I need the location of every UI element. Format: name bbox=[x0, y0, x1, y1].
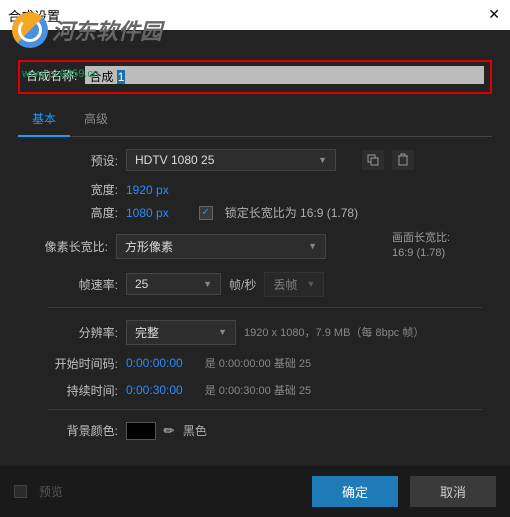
width-input[interactable]: 1920 px bbox=[126, 183, 169, 197]
ok-button[interactable]: 确定 bbox=[312, 476, 398, 507]
resolution-info: 1920 x 1080，7.9 MB（每 8bpc 帧） bbox=[244, 324, 424, 340]
preview-label: 预览 bbox=[39, 483, 63, 500]
chevron-down-icon: ▼ bbox=[306, 279, 315, 289]
chevron-down-icon: ▼ bbox=[308, 241, 317, 251]
par-label: 像素长宽比: bbox=[18, 238, 108, 255]
preset-label: 预设: bbox=[48, 152, 118, 169]
chevron-down-icon: ▼ bbox=[218, 327, 227, 337]
preset-select[interactable]: HDTV 1080 25▼ bbox=[126, 149, 336, 171]
eyedropper-icon[interactable]: ✎ bbox=[160, 421, 179, 440]
comp-name-label: www.pc0359.cn 合成名称: bbox=[26, 67, 77, 84]
resolution-label: 分辨率: bbox=[48, 324, 118, 341]
lock-aspect-label: 锁定长宽比为 16:9 (1.78) bbox=[225, 204, 358, 221]
height-label: 高度: bbox=[48, 204, 118, 221]
start-label: 开始时间码: bbox=[34, 355, 118, 372]
preview-checkbox[interactable] bbox=[14, 485, 27, 498]
logo-icon bbox=[12, 12, 48, 48]
delete-preset-button[interactable] bbox=[392, 150, 414, 170]
duration-label: 持续时间: bbox=[48, 382, 118, 399]
tab-basic[interactable]: 基本 bbox=[18, 104, 70, 137]
watermark-text: 河东软件园 bbox=[52, 14, 162, 46]
bgcolor-name: 黑色 bbox=[183, 422, 207, 439]
bgcolor-label: 背景颜色: bbox=[48, 422, 118, 439]
lock-aspect-checkbox[interactable]: ✓ bbox=[199, 206, 213, 220]
chevron-down-icon: ▼ bbox=[203, 279, 212, 289]
fps-label: 帧速率: bbox=[48, 276, 118, 293]
duration-info: 是 0:00:30:00 基础 25 bbox=[205, 382, 311, 398]
comp-name-input[interactable]: 合成 1 bbox=[85, 66, 484, 84]
height-input[interactable]: 1080 px bbox=[126, 206, 169, 220]
chevron-down-icon: ▼ bbox=[318, 155, 327, 165]
fps-select[interactable]: 25▼ bbox=[126, 273, 221, 295]
highlight-box: www.pc0359.cn 合成名称: 合成 1 bbox=[18, 60, 492, 94]
start-info: 是 0:00:00:00 基础 25 bbox=[205, 355, 311, 371]
composition-settings-dialog: 合成设置 ✕ 河东软件园 www.pc0359.cn 合成名称: 合成 1 基本… bbox=[0, 0, 510, 517]
footer: 预览 确定 取消 bbox=[0, 466, 510, 517]
fps-unit: 帧/秒 bbox=[229, 276, 256, 293]
tab-advanced[interactable]: 高级 bbox=[70, 104, 122, 136]
width-label: 宽度: bbox=[48, 181, 118, 198]
start-timecode-input[interactable]: 0:00:00:00 bbox=[126, 356, 183, 370]
watermark: 河东软件园 bbox=[12, 12, 162, 48]
frame-aspect-info: 画面长宽比: 16:9 (1.78) bbox=[392, 231, 482, 262]
close-icon[interactable]: ✕ bbox=[488, 6, 500, 23]
bgcolor-swatch[interactable] bbox=[126, 422, 156, 440]
dropframe-select[interactable]: 丢帧▼ bbox=[264, 272, 324, 297]
watermark-url: www.pc0359.cn bbox=[22, 68, 99, 80]
par-select[interactable]: 方形像素▼ bbox=[116, 234, 326, 259]
tabs: 基本 高级 bbox=[18, 104, 492, 137]
save-preset-button[interactable] bbox=[362, 150, 384, 170]
duration-input[interactable]: 0:00:30:00 bbox=[126, 383, 183, 397]
cancel-button[interactable]: 取消 bbox=[410, 476, 496, 507]
resolution-select[interactable]: 完整▼ bbox=[126, 320, 236, 345]
